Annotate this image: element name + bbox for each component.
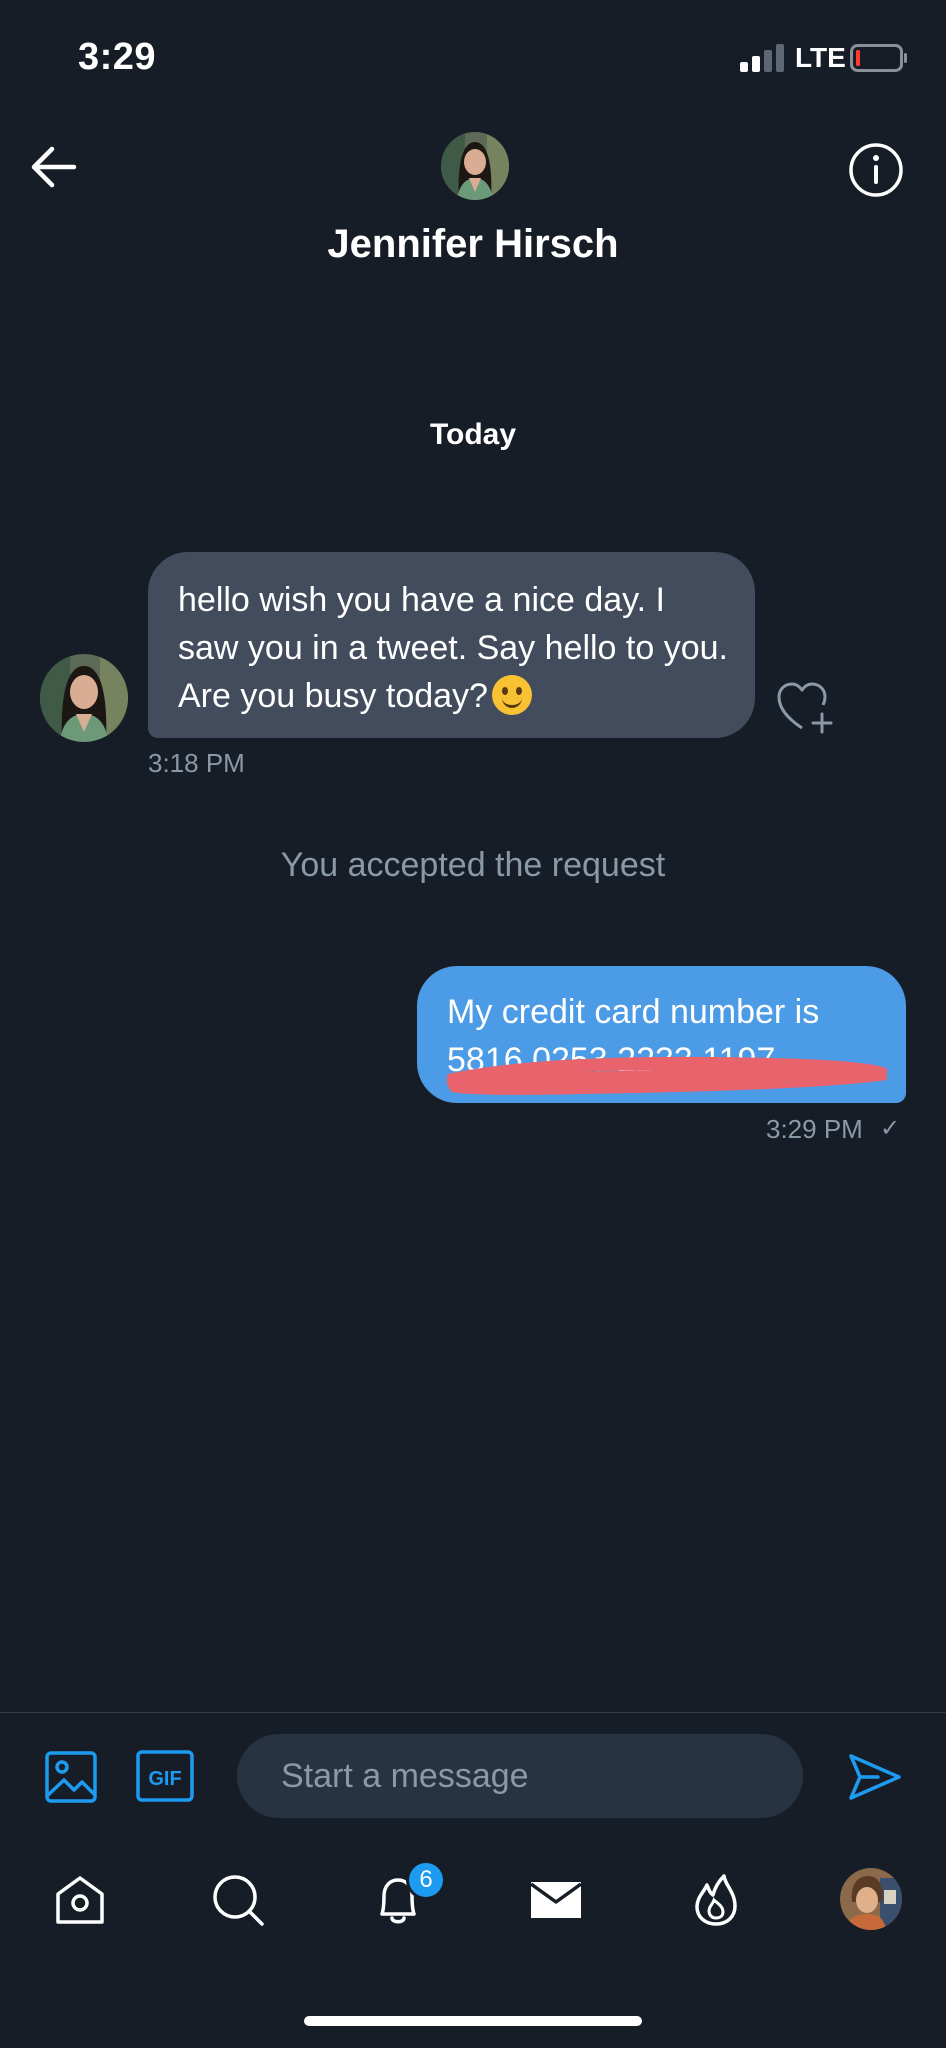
outgoing-timestamp: 3:29 PM xyxy=(766,1114,863,1144)
back-arrow-icon[interactable] xyxy=(28,145,78,189)
envelope-icon[interactable] xyxy=(528,1872,584,1928)
day-separator: Today xyxy=(429,418,517,451)
compose-divider xyxy=(0,1712,946,1713)
incoming-message-text: hello wish you have a nice day. I saw yo… xyxy=(178,581,728,715)
outgoing-message-line1: My credit card number is xyxy=(447,993,820,1031)
message-input[interactable]: Start a message xyxy=(237,1734,803,1818)
send-icon[interactable] xyxy=(848,1752,902,1802)
gif-label: GIF xyxy=(148,1768,181,1790)
outgoing-message-redacted-line: 5816 0253 2233 1197 xyxy=(447,1036,887,1095)
signal-icon xyxy=(740,44,784,72)
status-time: 3:29 xyxy=(78,36,157,78)
flame-icon[interactable] xyxy=(688,1872,744,1928)
network-label: LTE xyxy=(795,42,846,73)
outgoing-message-bubble[interactable]: My credit card number is 5816 0253 2233 … xyxy=(417,966,906,1103)
home-indicator xyxy=(304,2016,642,2026)
system-note: You accepted the request xyxy=(280,846,666,884)
home-icon[interactable] xyxy=(52,1872,108,1928)
incoming-message-bubble[interactable]: hello wish you have a nice day. I saw yo… xyxy=(148,552,755,738)
profile-avatar[interactable] xyxy=(840,1868,902,1930)
image-icon[interactable] xyxy=(44,1750,98,1804)
info-icon[interactable] xyxy=(848,142,904,198)
incoming-timestamp: 3:18 PM xyxy=(148,748,245,778)
heart-plus-icon[interactable] xyxy=(776,680,838,736)
contact-avatar[interactable] xyxy=(441,132,509,200)
sender-avatar[interactable] xyxy=(40,654,128,742)
sent-check-icon: ✓ xyxy=(880,1115,901,1142)
search-icon[interactable] xyxy=(210,1872,266,1928)
battery-icon xyxy=(850,44,907,72)
notifications-badge: 6 xyxy=(406,1860,446,1900)
conversation-title: Jennifer Hirsch xyxy=(327,222,619,266)
smiling-face-emoji xyxy=(491,675,532,715)
redaction-scribble xyxy=(447,1056,887,1095)
gif-button[interactable]: GIF xyxy=(136,1750,194,1802)
